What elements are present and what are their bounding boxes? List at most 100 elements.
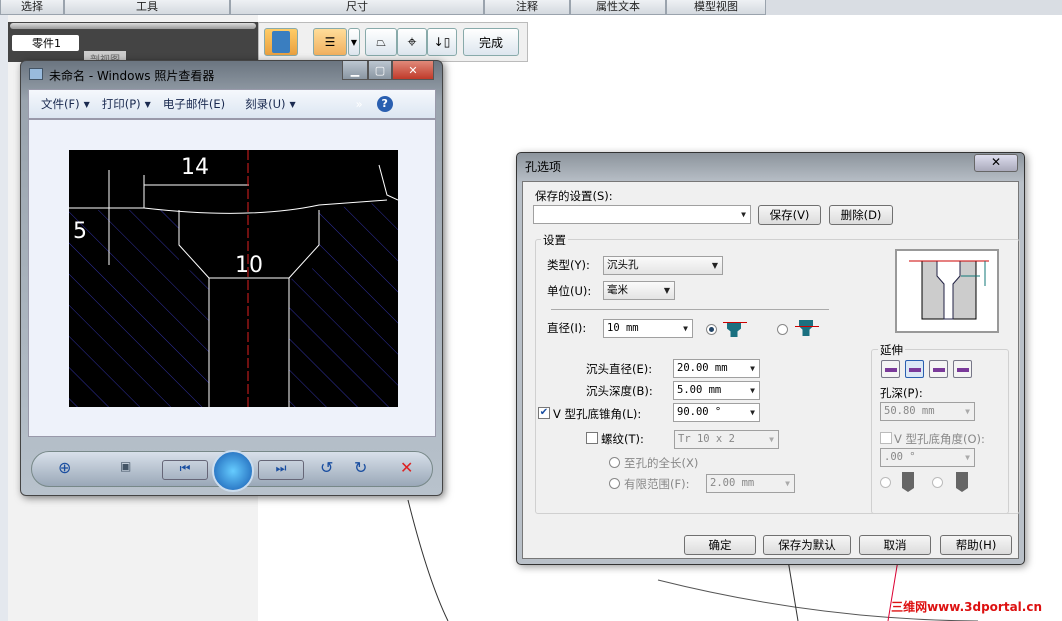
countersink-mid-icon bbox=[795, 318, 823, 338]
hole-step-button[interactable] bbox=[264, 28, 298, 56]
ribbon-tabs: 选择 工具 尺寸 注释 属性文本 模型视图 bbox=[0, 0, 1062, 15]
photo-viewer-window: 未命名 - Windows 照片查看器 ▁ ▢ ✕ 文件(F) ▼ 打印(P) ▼ … bbox=[20, 60, 443, 496]
previous-button[interactable]: ⏮ bbox=[162, 460, 208, 480]
v-bottom-combo[interactable]: .00 ° bbox=[880, 448, 975, 467]
more-icon[interactable]: » bbox=[356, 97, 363, 111]
saved-settings-combo[interactable] bbox=[533, 205, 751, 224]
cancel-button[interactable]: 取消 bbox=[859, 535, 931, 555]
unit-select[interactable]: 毫米 bbox=[603, 281, 675, 300]
save-button[interactable]: 保存(V) bbox=[758, 205, 821, 225]
extent-group-label: 延伸 bbox=[878, 342, 905, 358]
extent-group: 孔深(P): 50.80 mm V 型孔底角度(O): .00 ° bbox=[871, 349, 1009, 514]
v-bottom-checkbox[interactable] bbox=[880, 432, 892, 444]
tree-item-part[interactable]: 零件1 bbox=[12, 35, 79, 51]
depth-mode-radio-2[interactable] bbox=[932, 477, 943, 488]
chevron-down-icon: ▼ bbox=[350, 37, 358, 47]
drawing-image: 14 5 10 bbox=[69, 150, 399, 407]
menu-file[interactable]: 文件(F) bbox=[41, 96, 80, 112]
delete-button[interactable]: 删除(D) bbox=[829, 205, 893, 225]
tab-tools[interactable]: 工具 bbox=[64, 0, 230, 15]
options-dropdown[interactable]: ▼ bbox=[348, 28, 360, 56]
photo-viewer-icon bbox=[29, 68, 43, 80]
v-angle-checkbox[interactable]: ✔ bbox=[538, 407, 550, 419]
depth-mode-radio-1[interactable] bbox=[880, 477, 891, 488]
finite-radio[interactable] bbox=[609, 478, 620, 489]
actual-size-icon[interactable]: ▣ bbox=[120, 459, 131, 473]
plane-cursor-icon: ⏢ bbox=[376, 34, 386, 49]
diameter-combo[interactable]: 10 mm bbox=[603, 319, 693, 338]
hole-options-dialog: 孔选项 ✕ 保存的设置(S): 保存(V) 删除(D) 设置 类型(Y): 沉头… bbox=[516, 152, 1025, 565]
cylinder-icon: ↓▯ bbox=[433, 35, 451, 49]
minimize-button[interactable]: ▁ bbox=[342, 61, 368, 80]
ok-button[interactable]: 确定 bbox=[684, 535, 756, 555]
countersink-top-icon bbox=[723, 320, 751, 338]
window-title: 未命名 - Windows 照片查看器 bbox=[49, 69, 215, 83]
v-angle-combo[interactable]: 90.00 ° bbox=[673, 403, 760, 422]
extent-finite-button[interactable] bbox=[905, 360, 924, 378]
plane-select-button[interactable]: ⏢ bbox=[365, 28, 397, 56]
rotate-cw-icon[interactable]: ↻ bbox=[354, 458, 367, 477]
watermark: 三维网www.3dportal.cn bbox=[891, 600, 1042, 614]
hole-depth-combo[interactable]: 50.80 mm bbox=[880, 402, 975, 421]
image-area: 14 5 10 bbox=[28, 119, 436, 437]
finish-button[interactable]: 完成 bbox=[463, 28, 519, 56]
finite-label: 有限范围(F): bbox=[624, 477, 690, 491]
thread-checkbox[interactable] bbox=[586, 432, 598, 444]
dim-mid: 10 bbox=[235, 253, 263, 278]
type-select[interactable]: 沉头孔 bbox=[603, 256, 723, 275]
settings-group-label: 设置 bbox=[541, 232, 568, 248]
saved-settings-label: 保存的设置(S): bbox=[535, 189, 613, 203]
tab-property-text[interactable]: 属性文本 bbox=[570, 0, 666, 15]
zoom-icon[interactable]: ⊕ bbox=[58, 458, 71, 477]
list-icon: ☰ bbox=[324, 35, 336, 49]
dialog-close-button[interactable]: ✕ bbox=[974, 154, 1018, 172]
viewer-controls: ⊕ ▣ ⏮ ⏭ ↺ ↻ ✕ bbox=[31, 450, 433, 492]
tab-annotation[interactable]: 注释 bbox=[484, 0, 570, 15]
depth-tip-icon bbox=[902, 472, 914, 492]
finite-combo[interactable]: 2.00 mm bbox=[706, 474, 795, 493]
rotate-ccw-icon[interactable]: ↺ bbox=[320, 458, 333, 477]
extent-from-to-button[interactable] bbox=[929, 360, 948, 378]
help-button[interactable]: 帮助(H) bbox=[940, 535, 1012, 555]
close-button[interactable]: ✕ bbox=[392, 61, 434, 80]
thread-combo[interactable]: Tr 10 x 2 bbox=[674, 430, 779, 449]
full-length-radio[interactable] bbox=[609, 457, 620, 468]
slideshow-button[interactable] bbox=[212, 450, 254, 492]
cb-diameter-label: 沉头直径(E): bbox=[586, 362, 653, 376]
maximize-button[interactable]: ▢ bbox=[368, 61, 392, 80]
delete-icon[interactable]: ✕ bbox=[400, 458, 413, 477]
help-icon[interactable]: ? bbox=[376, 96, 393, 112]
diameter-mode-radio-1[interactable] bbox=[706, 324, 717, 335]
depth-full-icon bbox=[956, 472, 968, 492]
position-button[interactable]: ⌖ bbox=[397, 28, 427, 56]
save-default-button[interactable]: 保存为默认 bbox=[763, 535, 851, 555]
divider bbox=[551, 309, 829, 310]
extent-button[interactable]: ↓▯ bbox=[427, 28, 457, 56]
hole-preview bbox=[895, 249, 999, 333]
hole-toolbar: ☰ ▼ ⏢ ⌖ ↓▯ 完成 bbox=[258, 22, 528, 62]
panel-grip[interactable] bbox=[10, 23, 256, 29]
dim-left: 5 bbox=[73, 219, 87, 244]
hole-icon bbox=[272, 31, 290, 53]
hole-options-button[interactable]: ☰ bbox=[313, 28, 347, 56]
extent-through-all-button[interactable] bbox=[953, 360, 972, 378]
tab-dimension[interactable]: 尺寸 bbox=[230, 0, 484, 15]
thread-label: 螺纹(T): bbox=[601, 432, 644, 446]
tree-item-section[interactable]: 剖视图 bbox=[84, 51, 126, 60]
unit-label: 单位(U): bbox=[547, 284, 592, 298]
full-length-label: 至孔的全长(X) bbox=[624, 456, 699, 470]
diameter-label: 直径(I): bbox=[547, 321, 587, 335]
tab-select[interactable]: 选择 bbox=[0, 0, 64, 15]
tab-model-view[interactable]: 模型视图 bbox=[666, 0, 766, 15]
type-label: 类型(Y): bbox=[547, 258, 590, 272]
cb-depth-combo[interactable]: 5.00 mm bbox=[673, 381, 760, 400]
menu-email[interactable]: 电子邮件(E) bbox=[163, 96, 225, 112]
diameter-mode-radio-2[interactable] bbox=[777, 324, 788, 335]
next-button[interactable]: ⏭ bbox=[258, 460, 304, 480]
section-drawing: 14 5 10 bbox=[69, 150, 399, 407]
menu-burn[interactable]: 刻录(U) bbox=[245, 96, 285, 112]
menu-print[interactable]: 打印(P) bbox=[102, 96, 141, 112]
extent-through-next-button[interactable] bbox=[881, 360, 900, 378]
hole-depth-label: 孔深(P): bbox=[880, 386, 923, 400]
cb-diameter-combo[interactable]: 20.00 mm bbox=[673, 359, 760, 378]
